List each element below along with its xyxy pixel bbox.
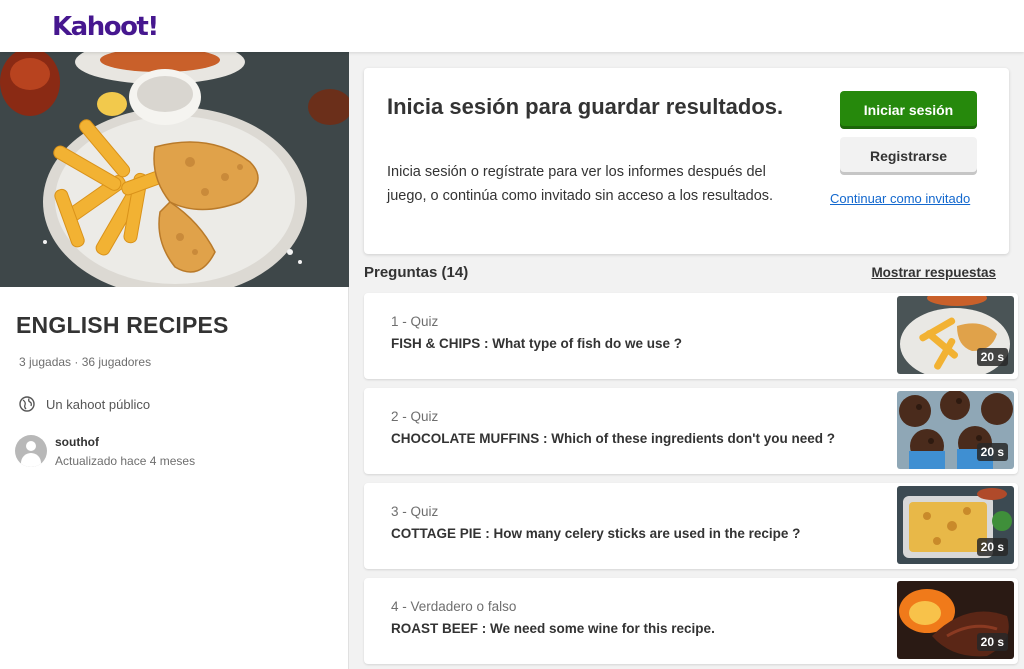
questions-title: Preguntas (14) [364, 264, 469, 281]
owner-updated: Actualizado hace 4 meses [55, 454, 196, 468]
question-text: ROAST BEEF : We need some wine for this … [391, 621, 715, 636]
top-bar: Kahoot! [0, 0, 1024, 52]
question-card[interactable]: 4 - Verdadero o falso ROAST BEEF : We ne… [364, 578, 1018, 664]
question-thumbnail: 20 s [897, 296, 1014, 374]
owner-name[interactable]: southof [55, 435, 195, 449]
login-description: Inicia sesión o regístrate para ver los … [387, 164, 774, 204]
login-card: Inicia sesión para guardar resultados. I… [364, 68, 1009, 254]
register-button[interactable]: Registrarse [840, 137, 977, 175]
question-thumbnail: 20 s [897, 391, 1014, 469]
time-badge: 20 s [976, 348, 1008, 366]
question-type: 1 - Quiz [391, 314, 439, 329]
question-text: COTTAGE PIE : How many celery sticks are… [391, 526, 801, 541]
question-thumbnail: 20 s [897, 486, 1014, 564]
globe-icon [19, 396, 35, 412]
avatar[interactable] [15, 435, 47, 467]
visibility-row: Un kahoot público [18, 395, 150, 413]
cover-image [0, 52, 349, 287]
login-heading: Inicia sesión para guardar resultados. [387, 94, 784, 119]
question-type: 3 - Quiz [391, 504, 439, 519]
login-button[interactable]: Iniciar sesión [840, 91, 977, 129]
question-text: CHOCOLATE MUFFINS : Which of these ingre… [391, 431, 835, 446]
time-badge: 20 s [976, 538, 1008, 556]
question-card[interactable]: 2 - Quiz CHOCOLATE MUFFINS : Which of th… [364, 388, 1018, 474]
kahoot-title: ENGLISH RECIPES [16, 312, 229, 338]
fish-and-chips-cover-illustration [0, 52, 349, 287]
question-card[interactable]: 1 - Quiz FISH & CHIPS : What type of fis… [364, 293, 1018, 379]
questions-header: Preguntas (14) Mostrar respuestas [364, 264, 996, 284]
question-thumbnail: 20 s [897, 581, 1014, 659]
kahoot-logo[interactable]: Kahoot! [52, 9, 159, 45]
owner-info: southof Actualizado hace 4 meses [15, 435, 195, 468]
continue-as-guest-link[interactable]: Continuar como invitado [830, 191, 970, 206]
visibility-label: Un kahoot público [46, 396, 151, 412]
time-badge: 20 s [976, 443, 1008, 461]
question-type: 2 - Quiz [391, 409, 439, 424]
question-card[interactable]: 3 - Quiz COTTAGE PIE : How many celery s… [364, 483, 1018, 569]
time-badge: 20 s [976, 633, 1008, 651]
show-answers-link[interactable]: Mostrar respuestas [871, 265, 996, 280]
kahoot-meta: 3 jugadas · 36 jugadores [19, 355, 152, 369]
question-text: FISH & CHIPS : What type of fish do we u… [391, 336, 683, 351]
question-type: 4 - Verdadero o falso [391, 599, 517, 614]
kahoot-sidebar: ENGLISH RECIPES 3 jugadas · 36 jugadores… [0, 52, 349, 669]
